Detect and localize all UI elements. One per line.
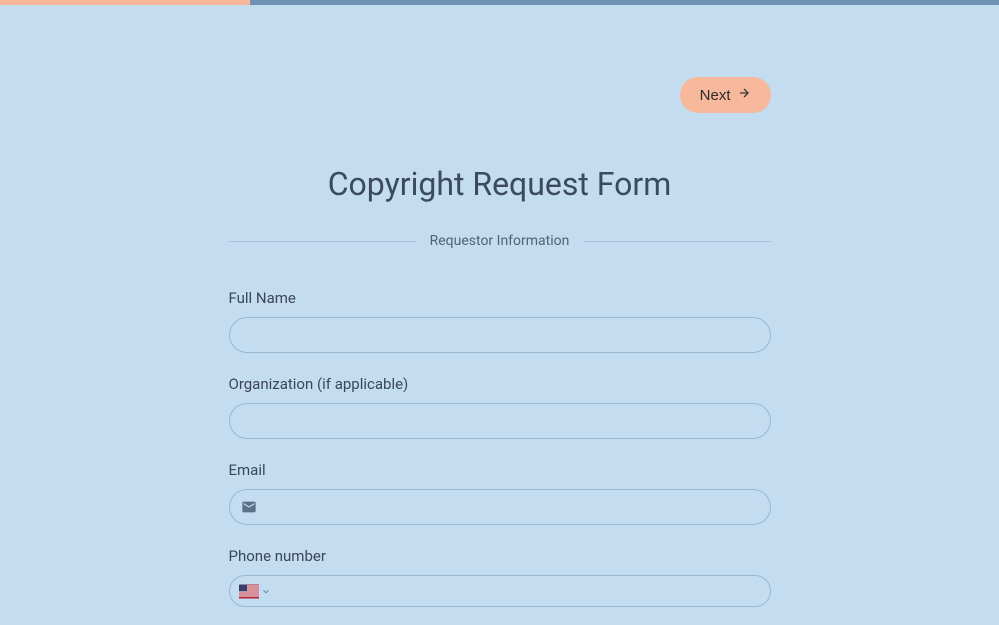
full-name-input[interactable] [229,317,771,353]
progress-bar [0,0,999,5]
next-button-label: Next [700,87,731,104]
us-flag-icon [239,584,259,598]
phone-label: Phone number [229,547,771,565]
section-divider: Requestor Information [229,233,771,249]
organization-label: Organization (if applicable) [229,375,771,393]
full-name-label: Full Name [229,289,771,307]
email-icon [241,499,257,515]
chevron-down-icon [261,582,271,601]
page-title: Copyright Request Form [229,165,771,203]
email-label: Email [229,461,771,479]
email-input[interactable] [229,489,771,525]
phone-input[interactable] [229,575,771,607]
section-label: Requestor Information [416,233,584,249]
next-button[interactable]: Next [680,77,771,113]
progress-filled [0,0,250,5]
organization-input[interactable] [229,403,771,439]
country-selector[interactable] [239,582,271,601]
arrow-right-icon [737,86,751,104]
